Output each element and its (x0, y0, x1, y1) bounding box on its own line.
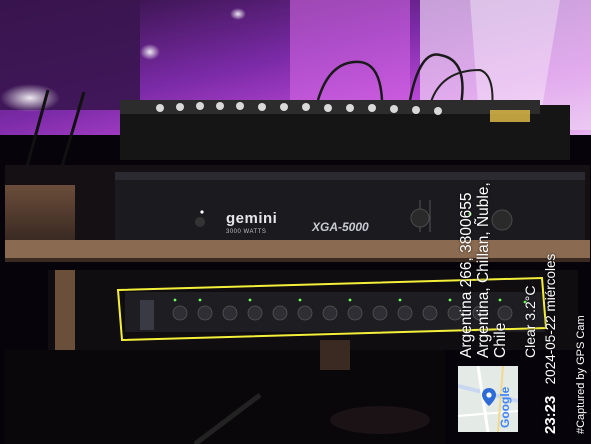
datetime-line: 23:23 2024-05-22 miércoles (542, 254, 559, 434)
light-glow-left (0, 84, 60, 112)
light-glow-center (140, 44, 160, 60)
amp-watts-label: 3000 WATTS (226, 229, 267, 235)
date-text: 2024-05-22 miércoles (543, 253, 558, 385)
address-block: Argentina 266, 3800655 Argentina, Chilla… (458, 182, 509, 358)
address-line-3: Chile (492, 322, 509, 358)
amp-model-label: XGA-5000 (312, 220, 369, 234)
weather-text: Clear 3.2°C (522, 285, 538, 358)
amp-brand-label: gemini (226, 210, 278, 227)
captured-by-text: #Captured by GPS Cam (575, 315, 587, 434)
map-thumbnail: Google (458, 366, 518, 432)
address-line-2: Argentina, Chillan, Ñuble, (475, 182, 492, 358)
address-line-1: Argentina 266, 3800655 (458, 192, 475, 358)
time-text: 23:23 (542, 395, 559, 434)
photo-stage: gemini 3000 WATTS XGA-5000 Google Argent… (0, 0, 591, 444)
map-pin-icon (482, 388, 496, 406)
map-label: Google (498, 386, 512, 428)
